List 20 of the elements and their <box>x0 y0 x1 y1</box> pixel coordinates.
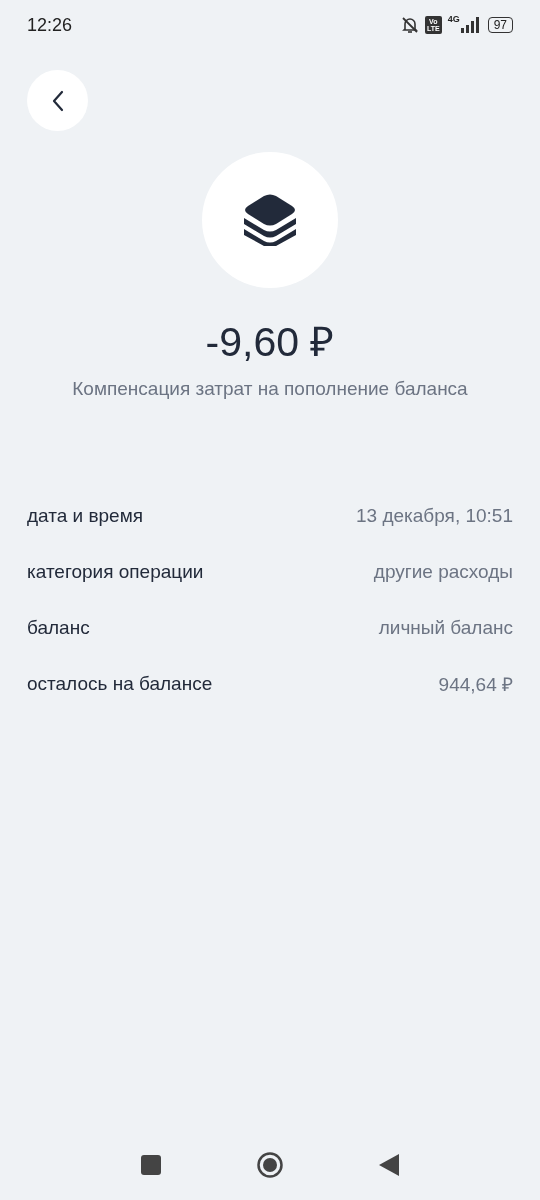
clock: 12:26 <box>27 14 73 36</box>
detail-value: 944,64 ₽ <box>438 673 513 697</box>
chevron-left-icon <box>51 89 64 112</box>
muted-bell-icon <box>400 16 419 34</box>
detail-label: баланс <box>27 617 90 639</box>
battery-level: 97 <box>487 17 513 33</box>
detail-label: категория операции <box>27 561 204 583</box>
detail-value: другие расходы <box>373 561 513 583</box>
recents-icon[interactable] <box>141 1155 161 1175</box>
detail-value: личный баланс <box>378 617 513 639</box>
description: Компенсация затрат на пополнение баланса <box>72 378 468 400</box>
detail-value: 13 декабря, 10:51 <box>356 505 513 527</box>
amount: -9,60 ₽ <box>205 318 335 366</box>
detail-label: дата и время <box>27 505 144 527</box>
back-icon[interactable] <box>379 1154 399 1176</box>
signal-icon <box>459 17 482 33</box>
network-type: 4G <box>447 14 460 24</box>
home-icon[interactable] <box>257 1152 283 1178</box>
layers-icon <box>242 194 298 246</box>
detail-label: осталось на балансе <box>27 673 213 695</box>
